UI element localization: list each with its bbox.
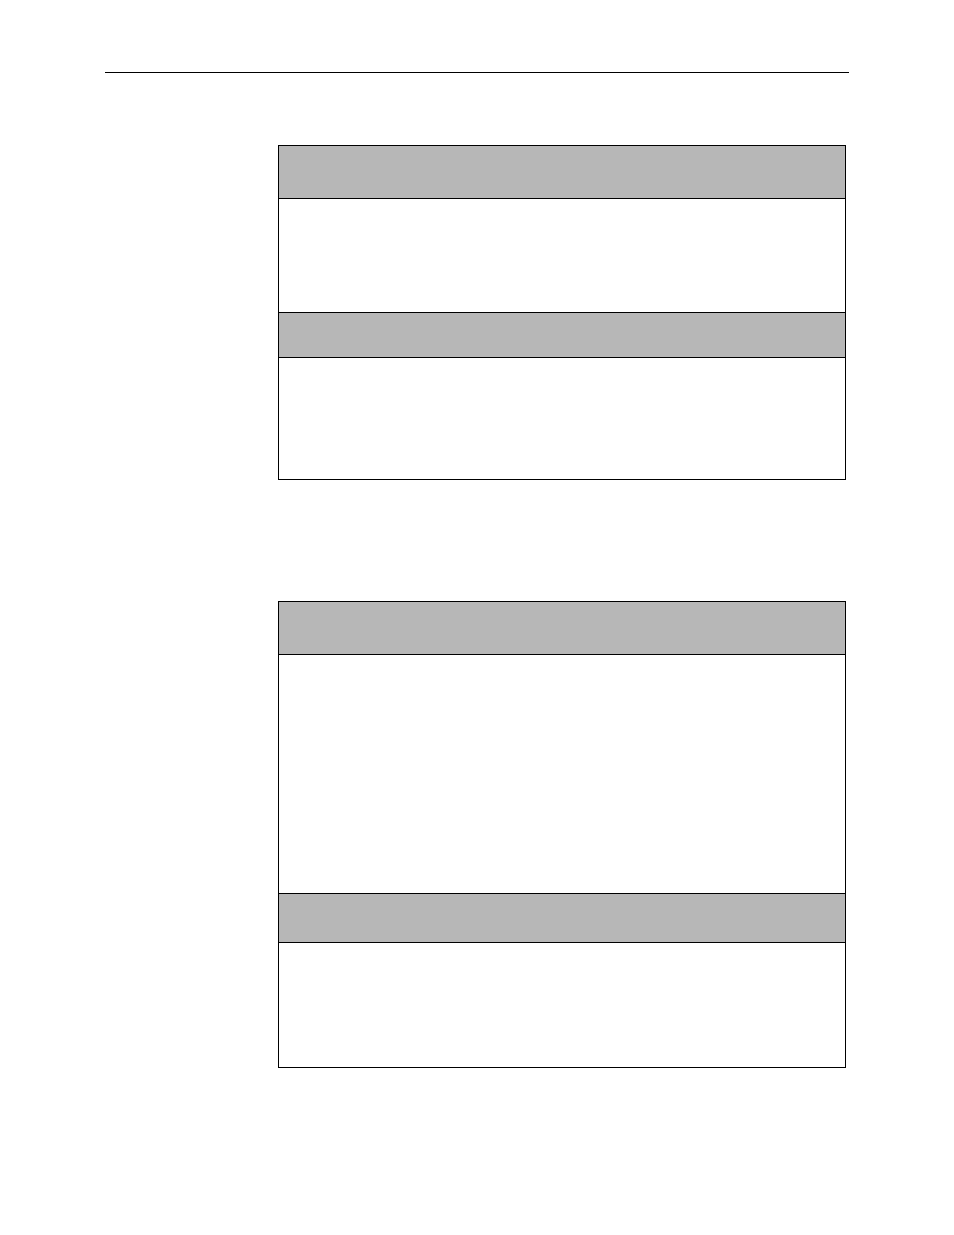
box2-subheader bbox=[279, 893, 845, 942]
box2-section-2 bbox=[279, 942, 845, 1066]
box2-header bbox=[279, 602, 845, 654]
box1-subheader bbox=[279, 312, 845, 357]
content-box-1 bbox=[278, 145, 846, 480]
box1-section-1 bbox=[279, 198, 845, 312]
box2-section-1 bbox=[279, 654, 845, 893]
horizontal-rule bbox=[105, 72, 849, 73]
box1-header bbox=[279, 146, 845, 198]
box1-section-2 bbox=[279, 357, 845, 478]
content-box-2 bbox=[278, 601, 846, 1068]
